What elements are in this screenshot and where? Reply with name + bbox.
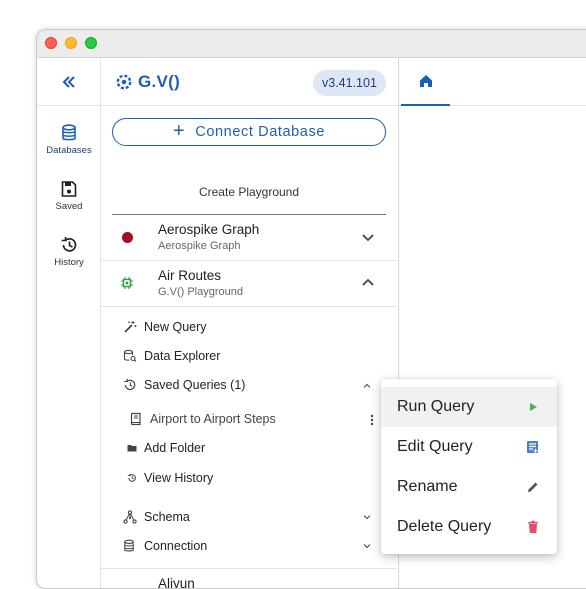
chevron-down-icon[interactable]	[360, 229, 376, 245]
close-window-button[interactable]	[45, 37, 57, 49]
chevron-up-icon[interactable]	[361, 380, 373, 392]
collapse-sidebar-button[interactable]	[37, 58, 101, 106]
logo-text: G.V()	[138, 72, 181, 91]
tree-item-add-folder[interactable]: Add Folder	[127, 441, 205, 455]
connect-database-button[interactable]: + Connect Database	[112, 118, 386, 146]
menu-item-rename[interactable]: Rename	[381, 467, 557, 507]
connection-row-air-routes[interactable]: Air Routes G.V() Playground	[101, 261, 397, 307]
saved-query-item[interactable]: Airport to Airport Steps	[129, 412, 276, 426]
status-dot	[122, 232, 133, 243]
connection-title: Air Routes	[158, 268, 222, 283]
rail-item-saved[interactable]: Saved	[37, 180, 101, 230]
more-vertical-icon[interactable]	[368, 413, 376, 427]
rail-label-databases: Databases	[46, 145, 92, 156]
menu-item-label: Rename	[397, 478, 458, 495]
connection-row-aerospike-graph[interactable]: Aerospike Graph Aerospike Graph	[101, 215, 397, 261]
database-icon	[62, 124, 76, 141]
plus-icon: +	[173, 120, 186, 142]
history-icon	[127, 473, 136, 482]
magic-wand-icon	[124, 321, 137, 333]
sidebar-header: G.V() v3.41.101	[101, 58, 398, 106]
chip-icon	[121, 277, 133, 289]
app-logo: G.V()	[115, 72, 180, 92]
tree-label: Data Explorer	[144, 349, 221, 363]
play-icon	[530, 403, 537, 411]
tree-item-connection[interactable]: Connection	[123, 539, 207, 553]
rail-label-saved: Saved	[55, 201, 83, 212]
rail-label-history: History	[54, 257, 84, 268]
tree-item-schema[interactable]: Schema	[123, 510, 190, 524]
double-chevron-left-icon	[62, 75, 75, 88]
menu-item-run-query[interactable]: Run Query	[381, 387, 557, 427]
menu-item-edit-query[interactable]: Edit Query	[381, 427, 557, 467]
connections-sidebar: G.V() v3.41.101 + Connect Database Creat…	[101, 58, 399, 589]
tree-label: Add Folder	[144, 441, 206, 455]
edit-query-icon	[527, 441, 538, 453]
tree-label: Connection	[144, 539, 208, 553]
trash-icon	[528, 520, 538, 533]
schema-graph-icon	[123, 510, 137, 524]
chevron-down-icon[interactable]	[361, 511, 373, 523]
rail-item-databases[interactable]: Databases	[37, 124, 101, 174]
menu-item-label: Edit Query	[397, 438, 473, 455]
title-bar	[37, 30, 586, 58]
tree-label: New Query	[144, 320, 207, 334]
tree-item-data-explorer[interactable]: Data Explorer	[123, 349, 220, 363]
pencil-icon	[528, 482, 538, 492]
tree-item-saved-queries[interactable]: Saved Queries (1)	[123, 378, 245, 392]
floppy-disk-icon	[61, 181, 77, 197]
connection-subtitle: G.V() Playground	[158, 286, 243, 298]
history-icon	[124, 378, 136, 391]
database-search-icon	[123, 349, 137, 362]
connection-title: Aerospike Graph	[158, 222, 260, 237]
tab-bar	[399, 58, 586, 106]
menu-item-label: Run Query	[397, 398, 475, 415]
version-badge: v3.41.101	[313, 70, 386, 96]
menu-item-label: Delete Query	[397, 518, 492, 535]
menu-item-delete-query[interactable]: Delete Query	[381, 507, 557, 547]
folder-add-icon	[127, 445, 137, 452]
tree-label: Airport to Airport Steps	[150, 412, 276, 426]
tree-label: Saved Queries (1)	[144, 378, 246, 392]
chevron-down-icon[interactable]	[360, 585, 376, 589]
tree-item-new-query[interactable]: New Query	[123, 320, 207, 334]
connection-subtitle: Aerospike Graph	[158, 240, 241, 252]
tab-home[interactable]	[401, 58, 450, 106]
home-icon	[419, 75, 432, 87]
tree-item-view-history[interactable]: View History	[127, 471, 213, 485]
connection-title: Aliyun	[158, 576, 195, 589]
tree-label: Schema	[144, 510, 190, 524]
chevron-down-icon[interactable]	[361, 540, 373, 552]
database-settings-icon	[124, 539, 134, 552]
context-menu: Run Query Edit Query Rename Delete Query	[381, 379, 557, 554]
zoom-window-button[interactable]	[85, 37, 97, 49]
history-icon	[61, 237, 77, 252]
rail-item-history[interactable]: History	[37, 236, 101, 286]
create-playground-link[interactable]: Create Playground	[101, 185, 397, 199]
connection-row-aliyun[interactable]: Aliyun	[101, 568, 397, 589]
book-icon	[130, 412, 141, 426]
connect-database-label: Connect Database	[195, 124, 325, 140]
gear-logo-icon	[116, 74, 132, 90]
minimize-window-button[interactable]	[65, 37, 77, 49]
chevron-up-icon[interactable]	[360, 275, 376, 291]
nav-rail: Databases Saved History	[37, 58, 101, 588]
tree-label: View History	[144, 471, 214, 485]
